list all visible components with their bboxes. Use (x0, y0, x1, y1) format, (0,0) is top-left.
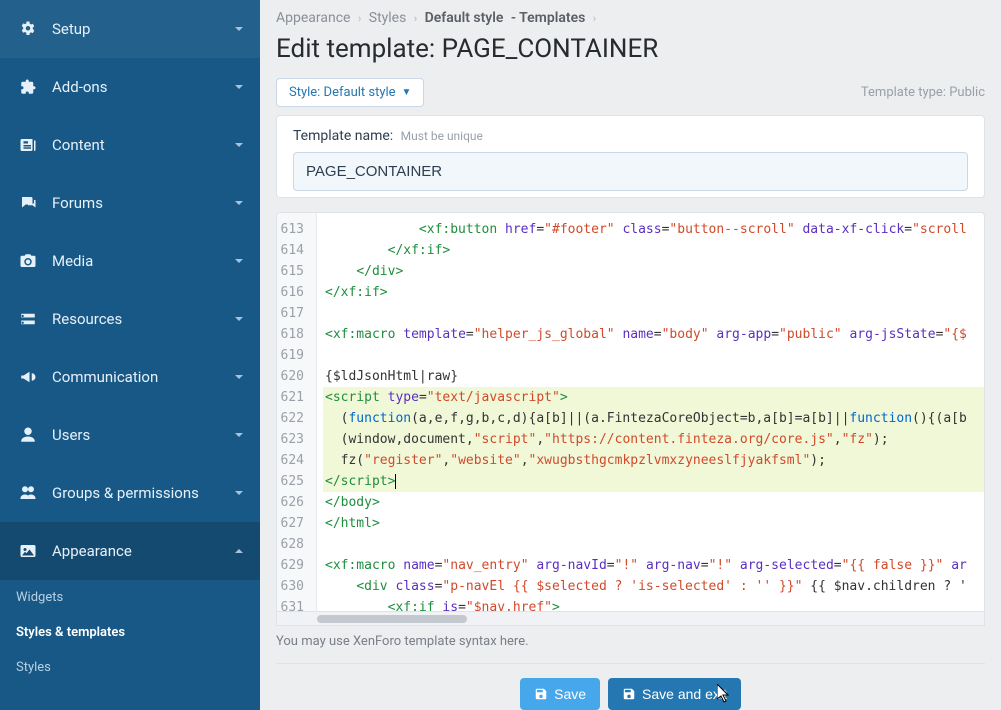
sidebar-item-appearance[interactable]: Appearance (0, 522, 260, 580)
breadcrumb-link[interactable]: Styles (369, 10, 407, 26)
chevron-up-icon (234, 546, 244, 556)
style-dropdown[interactable]: Style: Default style ▼ (276, 78, 424, 107)
sidebar-item-setup[interactable]: Setup (0, 0, 260, 58)
chevron-right-icon: › (358, 12, 361, 25)
chevron-down-icon (234, 82, 244, 92)
sidebar-item-communication[interactable]: Communication (0, 348, 260, 406)
sidebar-item-content[interactable]: Content (0, 116, 260, 174)
save-icon (534, 687, 548, 701)
caret-down-icon: ▼ (402, 87, 412, 98)
template-name-input[interactable] (293, 152, 968, 191)
sidebar-item-label: Communication (52, 368, 158, 386)
image-icon (16, 542, 40, 560)
chevron-down-icon (234, 488, 244, 498)
breadcrumb-suffix: - Templates (511, 10, 585, 26)
sidebar-item-label: Media (52, 252, 93, 270)
horizontal-scrollbar[interactable] (276, 612, 985, 626)
gear-icon (16, 20, 40, 38)
breadcrumb: Appearance › Styles › Default style - Te… (260, 0, 1001, 30)
chevron-down-icon (234, 140, 244, 150)
template-name-label: Template name: (293, 128, 393, 144)
chevron-down-icon (234, 24, 244, 34)
sidebar-subitem-styles[interactable]: Styles (0, 650, 260, 685)
chevron-down-icon (234, 256, 244, 266)
sidebar-subitem-widgets[interactable]: Widgets (0, 580, 260, 615)
chevron-right-icon: › (414, 12, 417, 25)
sidebar-item-groups-permissions[interactable]: Groups & permissions (0, 464, 260, 522)
sidebar-item-label: Users (52, 426, 90, 444)
sidebar-item-label: Resources (52, 310, 122, 328)
sidebar-item-label: Add-ons (52, 78, 107, 96)
template-name-hint: Must be unique (401, 129, 483, 143)
breadcrumb-link[interactable]: Default style (425, 10, 504, 26)
sidebar-subitem-styles-templates[interactable]: Styles & templates (0, 615, 260, 650)
code-editor[interactable]: 6136146156166176186196206216226236246256… (276, 212, 985, 612)
footer-actions: Save Save and exit (276, 663, 985, 710)
chevron-down-icon (234, 372, 244, 382)
main-content: Appearance › Styles › Default style - Te… (260, 0, 1001, 710)
sidebar-item-users[interactable]: Users (0, 406, 260, 464)
sidebar-item-label: Appearance (52, 542, 132, 560)
page-title: Edit template: PAGE_CONTAINER (260, 30, 1001, 78)
newspaper-icon (16, 136, 40, 154)
save-and-exit-button[interactable]: Save and exit (608, 678, 741, 710)
line-gutter: 6136146156166176186196206216226236246256… (277, 213, 317, 611)
sidebar-item-label: Setup (52, 20, 90, 38)
chevron-down-icon (234, 314, 244, 324)
scroll-thumb[interactable] (317, 615, 467, 623)
code-area[interactable]: <xf:button href="#footer" class="button-… (317, 213, 984, 611)
users-icon (16, 484, 40, 502)
editor-help-text: You may use XenForo template syntax here… (276, 634, 985, 649)
bullhorn-icon (16, 368, 40, 386)
save-button[interactable]: Save (520, 678, 600, 710)
sidebar-item-label: Content (52, 136, 105, 154)
chevron-down-icon (234, 430, 244, 440)
sidebar-item-resources[interactable]: Resources (0, 290, 260, 348)
puzzle-icon (16, 78, 40, 96)
save-icon (622, 687, 636, 701)
sidebar-item-label: Groups & permissions (52, 484, 199, 502)
template-type-label: Template type: Public (861, 85, 985, 100)
sidebar-item-label: Forums (52, 194, 103, 212)
sidebar-item-add-ons[interactable]: Add-ons (0, 58, 260, 116)
drive-icon (16, 310, 40, 328)
camera-icon (16, 252, 40, 270)
sidebar-item-forums[interactable]: Forums (0, 174, 260, 232)
chevron-right-icon: › (593, 12, 596, 25)
chevron-down-icon (234, 198, 244, 208)
breadcrumb-link[interactable]: Appearance (276, 10, 350, 26)
sidebar: Setup Add-ons Content Forums Media Resources C… (0, 0, 260, 710)
comments-icon (16, 194, 40, 212)
user-icon (16, 426, 40, 444)
sidebar-item-media[interactable]: Media (0, 232, 260, 290)
